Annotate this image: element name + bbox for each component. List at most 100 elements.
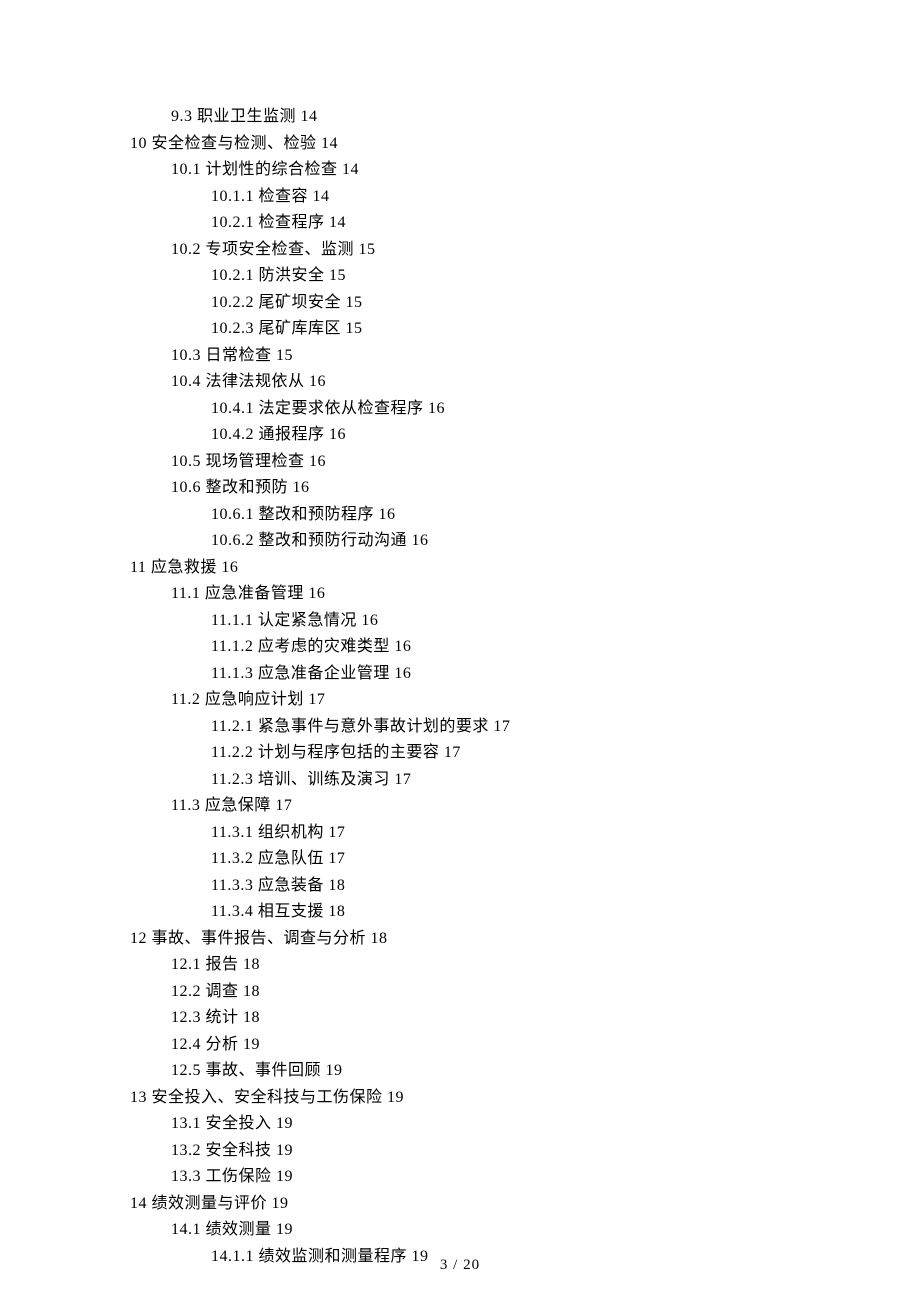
toc-entry-number: 10.6 (171, 479, 201, 496)
toc-entry-title: 报告 (206, 956, 239, 973)
toc-entry: 11.3.3 应急装备 18 (130, 873, 790, 900)
toc-entry-number: 11.3.1 (211, 824, 253, 841)
toc-entry: 13 安全投入、安全科技与工伤保险 19 (130, 1085, 790, 1112)
toc-entry-number: 10.2.1 (211, 214, 254, 231)
toc-entry-title: 组织机构 (258, 824, 324, 841)
toc-entry-title: 应急准备企业管理 (258, 665, 390, 682)
toc-entry-number: 11.1 (171, 585, 200, 602)
toc-entry-page: 17 (308, 691, 325, 708)
toc-entry-page: 14 (342, 161, 359, 178)
toc-entry-page: 16 (361, 612, 378, 629)
toc-entry-title: 统计 (206, 1009, 239, 1026)
toc-entry: 10.4.1 法定要求依从检查程序 16 (130, 396, 790, 423)
toc-entry-page: 14 (321, 135, 338, 152)
toc-entry-number: 11.3 (171, 797, 200, 814)
toc-entry: 11.3.2 应急队伍 17 (130, 846, 790, 873)
toc-entry-page: 16 (379, 506, 396, 523)
toc-entry-number: 13 (130, 1089, 147, 1106)
toc-entry: 10.1 计划性的综合检查 14 (130, 157, 790, 184)
toc-entry-title: 整改和预防行动沟通 (259, 532, 408, 549)
toc-entry-title: 应急保障 (205, 797, 271, 814)
toc-entry-number: 10.6.1 (211, 506, 254, 523)
toc-entry-title: 应考虑的灾难类型 (258, 638, 390, 655)
toc-entry: 13.3 工伤保险 19 (130, 1164, 790, 1191)
toc-entry: 11 应急救援 16 (130, 555, 790, 582)
toc-entry: 14.1 绩效测量 19 (130, 1217, 790, 1244)
toc-entry-number: 11.3.2 (211, 850, 253, 867)
toc-entry-page: 16 (412, 532, 429, 549)
toc-entry: 10.4 法律法规依从 16 (130, 369, 790, 396)
toc-entry-number: 12.4 (171, 1036, 201, 1053)
toc-entry-page: 15 (346, 320, 363, 337)
toc-entry: 10.2.2 尾矿坝安全 15 (130, 290, 790, 317)
toc-entry-page: 19 (276, 1168, 293, 1185)
toc-entry-page: 17 (328, 824, 345, 841)
toc-entry-number: 11.2.2 (211, 744, 253, 761)
toc-entry: 11.1.1 认定紧急情况 16 (130, 608, 790, 635)
toc-entry-title: 整改和预防 (206, 479, 289, 496)
toc-entry-page: 14 (313, 188, 330, 205)
toc-entry-page: 17 (493, 718, 510, 735)
toc-entry-page: 19 (326, 1062, 343, 1079)
toc-entry: 11.2 应急响应计划 17 (130, 687, 790, 714)
toc-entry: 12.1 报告 18 (130, 952, 790, 979)
toc-entry-page: 16 (308, 585, 325, 602)
toc-entry-page: 15 (359, 241, 376, 258)
toc-entry: 10.6.2 整改和预防行动沟通 16 (130, 528, 790, 555)
toc-entry-number: 10.2.2 (211, 294, 254, 311)
toc-entry-title: 检查程序 (259, 214, 325, 231)
toc-entry: 11.2.3 培训、训练及演习 17 (130, 767, 790, 794)
toc-entry-title: 绩效测量 (206, 1221, 272, 1238)
toc-entry: 11.1.2 应考虑的灾难类型 16 (130, 634, 790, 661)
toc-entry-page: 19 (276, 1115, 293, 1132)
toc-entry-page: 18 (243, 1009, 260, 1026)
toc-entry-title: 安全检查与检测、检验 (152, 135, 317, 152)
toc-entry-title: 相互支援 (258, 903, 324, 920)
toc-entry: 10.4.2 通报程序 16 (130, 422, 790, 449)
toc-entry-title: 整改和预防程序 (259, 506, 375, 523)
toc-entry-title: 分析 (206, 1036, 239, 1053)
toc-entry-title: 计划性的综合检查 (206, 161, 338, 178)
toc-entry-page: 16 (293, 479, 310, 496)
table-of-contents: 9.3 职业卫生监测 1410 安全检查与检测、检验 1410.1 计划性的综合… (130, 104, 790, 1270)
toc-entry-page: 14 (329, 214, 346, 231)
toc-entry-number: 11.1.1 (211, 612, 253, 629)
toc-entry-number: 14.1 (171, 1221, 201, 1238)
toc-entry-title: 尾矿坝安全 (259, 294, 342, 311)
toc-entry-title: 安全科技 (206, 1142, 272, 1159)
toc-entry-title: 检查容 (259, 188, 309, 205)
toc-entry-number: 10.4 (171, 373, 201, 390)
toc-entry-page: 15 (276, 347, 293, 364)
toc-entry-number: 11.1.2 (211, 638, 253, 655)
toc-entry-title: 安全投入、安全科技与工伤保险 (152, 1089, 383, 1106)
page-footer: 3 / 20 (0, 1252, 920, 1279)
toc-entry: 9.3 职业卫生监测 14 (130, 104, 790, 131)
toc-entry-number: 13.1 (171, 1115, 201, 1132)
toc-entry: 11.3.4 相互支援 18 (130, 899, 790, 926)
toc-entry-page: 18 (243, 956, 260, 973)
toc-entry-number: 11 (130, 559, 146, 576)
toc-entry-number: 11.2.1 (211, 718, 253, 735)
toc-entry: 11.1 应急准备管理 16 (130, 581, 790, 608)
toc-entry-page: 15 (346, 294, 363, 311)
toc-entry-title: 应急准备管理 (205, 585, 304, 602)
toc-entry-number: 12.3 (171, 1009, 201, 1026)
toc-entry-page: 16 (221, 559, 238, 576)
toc-entry: 13.1 安全投入 19 (130, 1111, 790, 1138)
toc-entry-page: 16 (309, 453, 326, 470)
toc-entry-title: 安全投入 (206, 1115, 272, 1132)
toc-entry-page: 16 (428, 400, 445, 417)
toc-entry: 12.2 调查 18 (130, 979, 790, 1006)
toc-entry: 12.5 事故、事件回顾 19 (130, 1058, 790, 1085)
toc-entry-number: 10.3 (171, 347, 201, 364)
toc-entry-number: 10.1 (171, 161, 201, 178)
toc-entry-number: 13.3 (171, 1168, 201, 1185)
document-page: 9.3 职业卫生监测 1410 安全检查与检测、检验 1410.1 计划性的综合… (0, 0, 920, 1302)
toc-entry: 11.3 应急保障 17 (130, 793, 790, 820)
toc-entry-page: 15 (329, 267, 346, 284)
toc-entry-number: 12.5 (171, 1062, 201, 1079)
toc-entry: 10.5 现场管理检查 16 (130, 449, 790, 476)
toc-entry-title: 应急装备 (258, 877, 324, 894)
toc-entry-number: 10.2.1 (211, 267, 254, 284)
toc-entry: 10.2.1 检查程序 14 (130, 210, 790, 237)
